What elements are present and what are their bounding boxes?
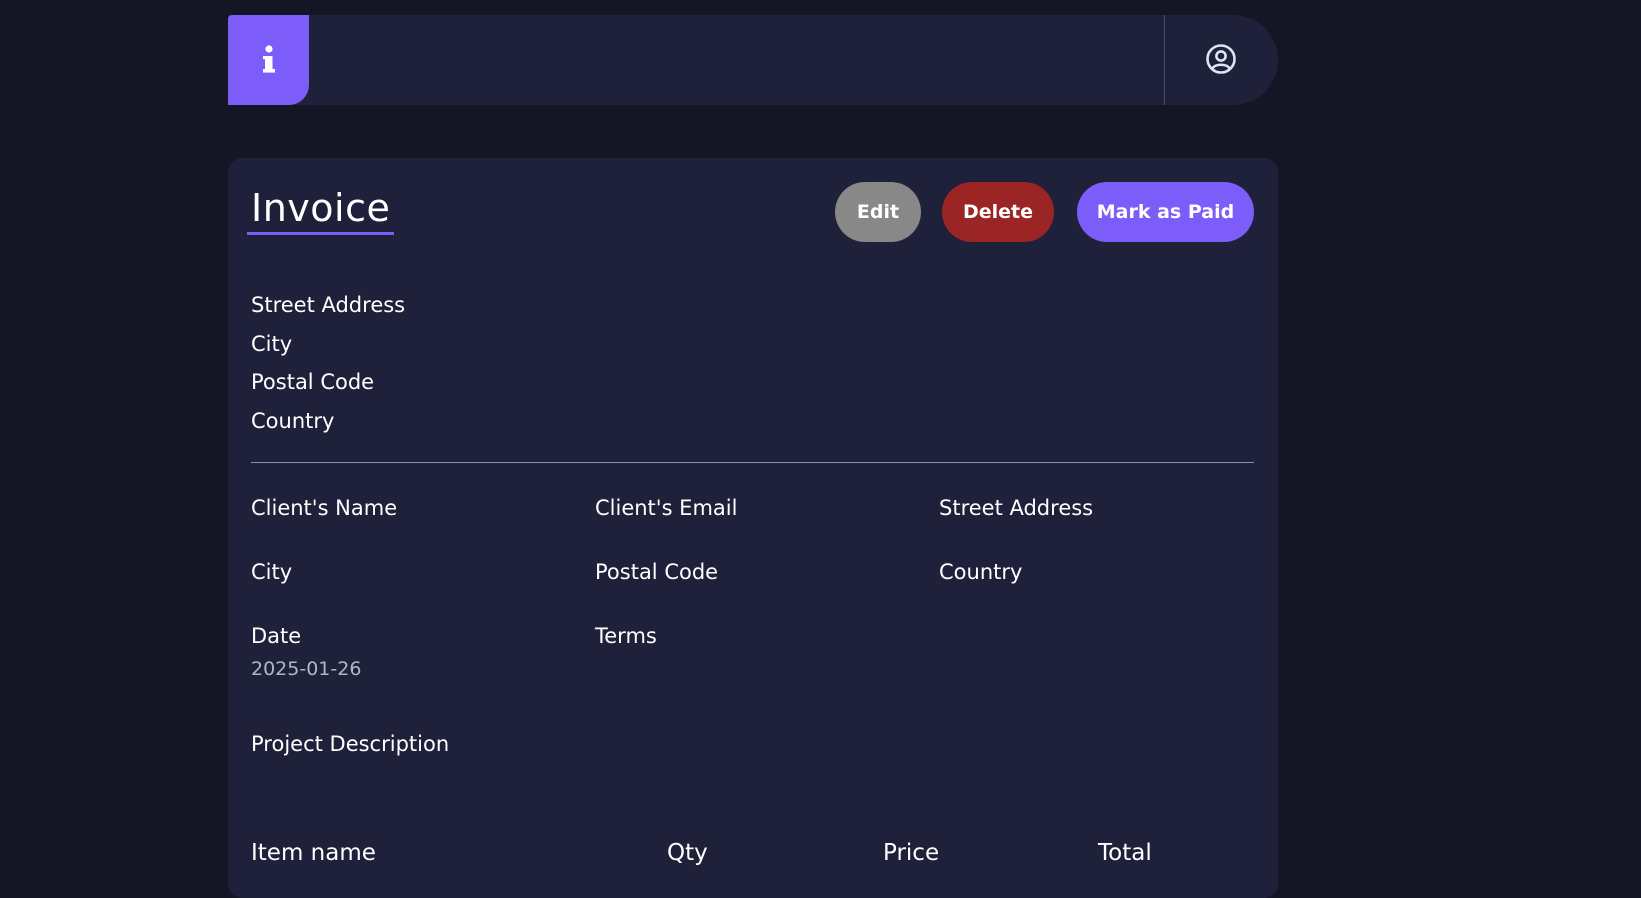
edit-button[interactable]: Edit xyxy=(835,182,921,242)
user-circle-icon xyxy=(1206,44,1236,74)
client-street-label: Street Address xyxy=(939,496,1094,520)
column-header-price: Price xyxy=(883,840,940,866)
sender-postal-code: Postal Code xyxy=(251,370,375,394)
mark-as-paid-button[interactable]: Mark as Paid xyxy=(1077,182,1254,242)
invoice-card: Invoice Edit Delete Mark as Paid Street … xyxy=(228,158,1278,898)
date-label: Date xyxy=(251,624,302,648)
topbar-divider xyxy=(1164,15,1165,105)
client-city-label: City xyxy=(251,560,293,584)
client-email-label: Client's Email xyxy=(595,496,738,520)
client-postal-code-label: Postal Code xyxy=(595,560,719,584)
sender-country: Country xyxy=(251,408,335,433)
sender-city: City xyxy=(251,331,293,356)
avatar-button[interactable] xyxy=(1204,42,1238,76)
date-value: 2025-01-26 xyxy=(251,658,362,680)
client-country-label: Country xyxy=(939,560,1023,584)
client-name-label: Client's Name xyxy=(251,496,398,520)
sender-street: Street Address xyxy=(251,293,406,317)
sender-address: Street Address City Postal Code Country xyxy=(251,286,405,440)
column-header-item-name: Item name xyxy=(251,840,376,866)
top-navigation-bar xyxy=(228,15,1278,105)
column-header-qty: Qty xyxy=(667,840,708,866)
page-title: Invoice xyxy=(247,186,395,235)
delete-button[interactable]: Delete xyxy=(942,182,1054,242)
info-icon xyxy=(262,45,275,73)
terms-label: Terms xyxy=(595,624,657,648)
app-logo[interactable] xyxy=(228,15,309,105)
column-header-total: Total xyxy=(1098,840,1152,866)
project-description-label: Project Description xyxy=(251,732,450,756)
section-divider xyxy=(251,462,1254,463)
